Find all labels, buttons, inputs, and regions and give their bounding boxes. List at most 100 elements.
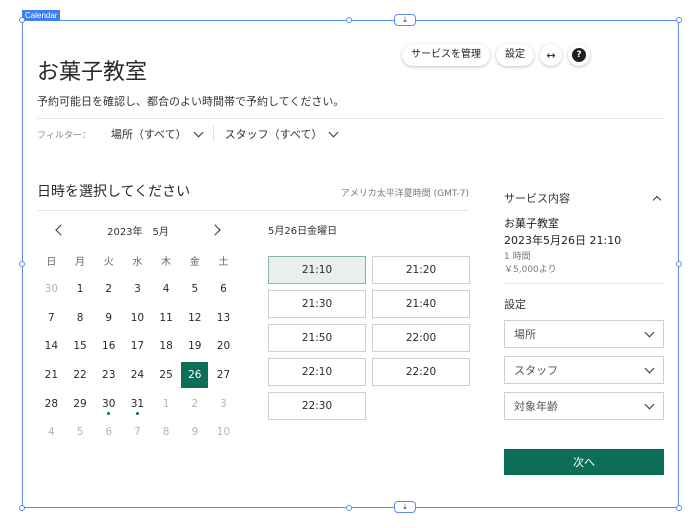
calendar-day: 4 xyxy=(37,418,66,447)
calendar-day[interactable]: 13 xyxy=(209,303,238,332)
calendar-day[interactable]: 11 xyxy=(152,303,181,332)
calendar-day-number: 17 xyxy=(130,340,145,353)
resize-handle[interactable] xyxy=(346,505,352,511)
service-price: ￥5,000より xyxy=(504,265,557,275)
staff-filter-dropdown[interactable]: スタッフ（すべて） xyxy=(225,126,339,142)
calendar-day[interactable]: 7 xyxy=(37,303,66,332)
timezone-label: アメリカ太平洋夏時間 (GMT-7) xyxy=(340,189,469,199)
calendar-day[interactable]: 21 xyxy=(37,361,66,390)
calendar-day-number: 23 xyxy=(102,369,116,382)
age-select-value: 対象年齢 xyxy=(514,400,558,413)
calendar-day-number: 6 xyxy=(105,426,113,439)
next-button[interactable]: 次へ xyxy=(504,449,664,475)
stretch-arrows-icon: ↔ xyxy=(546,48,556,62)
calendar-day-number: 18 xyxy=(159,340,173,353)
calendar-day[interactable]: 29 xyxy=(66,389,95,418)
resize-handle[interactable] xyxy=(19,17,25,23)
next-month-icon[interactable] xyxy=(209,224,221,236)
location-filter-dropdown[interactable]: 場所（すべて） xyxy=(111,126,204,142)
chevron-down-icon xyxy=(328,127,339,137)
weekday-header: 木 xyxy=(161,256,172,268)
service-details-title: サービス内容 xyxy=(504,192,570,205)
calendar-day[interactable]: 14 xyxy=(37,332,66,361)
calendar-day-number: 1 xyxy=(162,397,170,410)
resize-handle[interactable] xyxy=(19,261,25,267)
service-details-header[interactable]: サービス内容 xyxy=(504,190,664,206)
timeslot-button[interactable]: 22:10 xyxy=(268,358,366,386)
timeslot-grid: 21:10 21:20 21:30 21:40 21:50 22:00 22:10 22:20… xyxy=(268,256,470,420)
calendar-day[interactable]: 25 xyxy=(152,361,181,390)
calendar-day-number: 9 xyxy=(105,311,113,324)
calendar-day[interactable]: 17 xyxy=(123,332,152,361)
filters-label: フィルター： xyxy=(37,130,91,141)
calendar-grid: 日月火水木金土 30 1 2 3 4 5 6 7 8 9 10 11 12 13 14 15 16 17 18 19 20… xyxy=(37,246,238,447)
calendar-day-number: 19 xyxy=(188,340,202,353)
calendar-day[interactable]: 22 xyxy=(66,361,95,390)
resize-handle[interactable] xyxy=(676,261,682,267)
calendar-day[interactable]: 15 xyxy=(66,332,95,361)
calendar-day[interactable]: 9 xyxy=(94,303,123,332)
date-section-title: 日時を選択してください xyxy=(37,184,191,200)
age-select[interactable]: 対象年齢 xyxy=(504,392,664,420)
staff-select[interactable]: スタッフ xyxy=(504,356,664,384)
page-title: お菓子教室 xyxy=(37,60,148,85)
stretch-down-icon[interactable]: ⤓ xyxy=(394,14,416,26)
calendar-day-number: 15 xyxy=(73,340,87,353)
calendar-day-number: 13 xyxy=(216,311,231,324)
calendar-day[interactable]: 24 xyxy=(123,361,152,390)
calendar-day[interactable]: 27 xyxy=(209,361,238,390)
calendar-day[interactable]: 4 xyxy=(152,275,181,304)
calendar-day[interactable]: 20 xyxy=(209,332,238,361)
calendar-day[interactable]: 10 xyxy=(123,303,152,332)
timeslot-button[interactable]: 22:00 xyxy=(372,324,470,352)
calendar-day[interactable]: 6 xyxy=(209,275,238,304)
resize-handle[interactable] xyxy=(346,17,352,23)
calendar-day[interactable]: 16 xyxy=(94,332,123,361)
stretch-button[interactable]: ↔ xyxy=(540,44,562,66)
staff-select-value: スタッフ xyxy=(514,364,558,377)
timeslot-button[interactable]: 21:10 xyxy=(268,256,366,284)
calendar-day-number: 12 xyxy=(188,311,202,324)
location-select-value: 場所 xyxy=(514,328,536,341)
stretch-down-icon[interactable]: ⤓ xyxy=(394,501,416,513)
timeslot-button[interactable]: 21:20 xyxy=(372,256,470,284)
calendar-day[interactable]: 12 xyxy=(180,303,209,332)
timeslot-button[interactable]: 22:30 xyxy=(268,392,366,420)
calendar-day-selected[interactable]: 26 xyxy=(181,361,209,389)
calendar-day[interactable]: 23 xyxy=(94,361,123,390)
calendar-day-number: 4 xyxy=(162,283,170,296)
settings-button[interactable]: 設定 xyxy=(496,44,534,66)
month-navigation: 2023年 5月 xyxy=(55,221,221,239)
timeslot-button[interactable]: 21:30 xyxy=(268,290,366,318)
calendar-day[interactable]: 19 xyxy=(180,332,209,361)
resize-handle[interactable] xyxy=(676,505,682,511)
calendar-day[interactable]: 5 xyxy=(180,275,209,304)
calendar-day[interactable]: 30 xyxy=(94,389,123,418)
timeslot-button[interactable]: 22:20 xyxy=(372,358,470,386)
calendar-day-number: 28 xyxy=(44,397,59,410)
help-button[interactable]: ? xyxy=(568,44,590,66)
timeslot-button[interactable]: 21:40 xyxy=(372,290,470,318)
calendar-day[interactable]: 2 xyxy=(94,275,123,304)
calendar-day[interactable]: 3 xyxy=(123,275,152,304)
calendar-day[interactable]: 31 xyxy=(123,389,152,418)
availability-dot xyxy=(107,412,111,416)
manage-services-button[interactable]: サービスを管理 xyxy=(402,44,490,66)
chevron-down-icon xyxy=(644,363,655,373)
calendar-day: 30 xyxy=(37,275,66,304)
resize-handle[interactable] xyxy=(19,505,25,511)
calendar-day-number: 5 xyxy=(191,283,199,296)
calendar-day[interactable]: 18 xyxy=(152,332,181,361)
weekday-header: 日 xyxy=(46,256,57,268)
location-select[interactable]: 場所 xyxy=(504,320,664,348)
calendar-day-number: 2 xyxy=(105,283,113,296)
resize-handle[interactable] xyxy=(676,17,682,23)
previous-month-icon[interactable] xyxy=(55,224,67,236)
chevron-down-icon xyxy=(644,327,655,337)
calendar-day[interactable]: 8 xyxy=(66,303,95,332)
calendar-day[interactable]: 28 xyxy=(37,389,66,418)
weekday-header: 水 xyxy=(132,256,143,268)
calendar-day-number: 8 xyxy=(76,311,84,324)
calendar-day[interactable]: 1 xyxy=(66,275,95,304)
timeslot-button[interactable]: 21:50 xyxy=(268,324,366,352)
